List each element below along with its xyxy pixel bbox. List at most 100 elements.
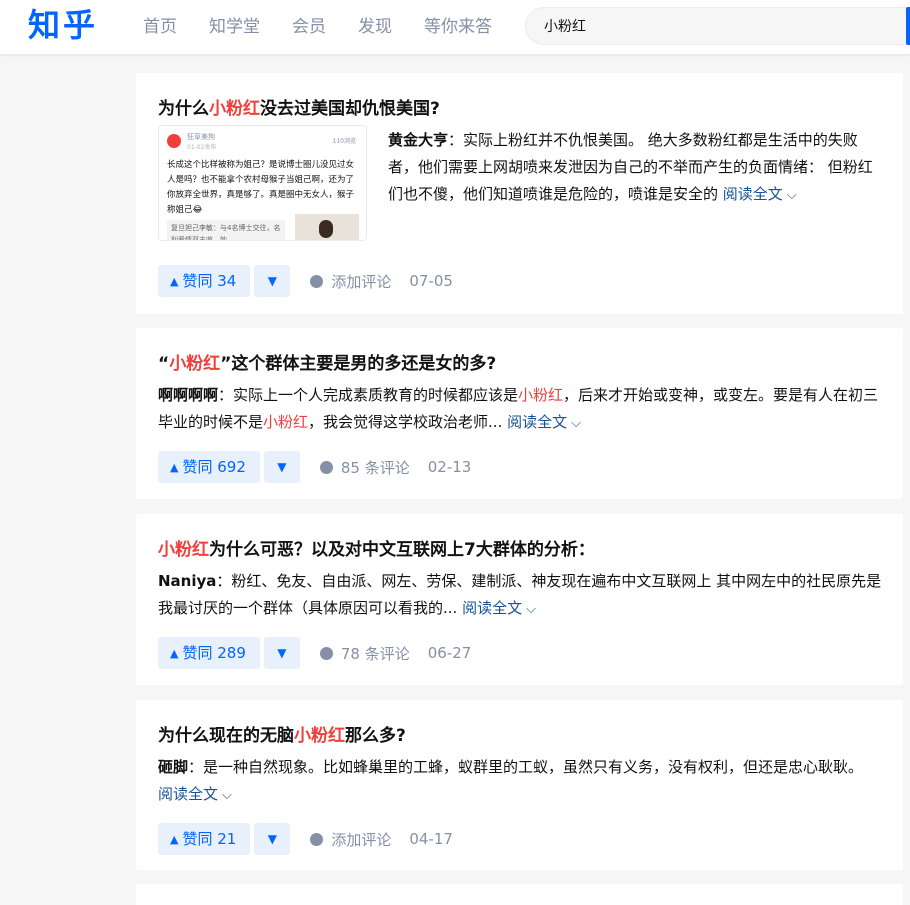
vote-down-button[interactable]: ▼ xyxy=(263,451,300,483)
excerpt-text: ：是一种自然现象。比如蜂巢里的工蜂，蚁群里的工蚁，虽然只有义务，没有权利，但还是… xyxy=(188,758,864,776)
search-button-edge[interactable] xyxy=(906,7,910,45)
comment-label: 85 条评论 xyxy=(340,458,410,477)
result-thumbnail[interactable]: 狂草美狗 01-02发布 110浏览 长成这个比样被称为姐己？是说博士圈儿没见过… xyxy=(158,125,367,241)
result-title[interactable]: “小粉红”这个群体主要是男的多还是女的多? xyxy=(158,352,496,376)
zhihu-logo[interactable]: 知乎 xyxy=(28,4,98,46)
post-date: 02-13 xyxy=(427,458,472,476)
result-title[interactable]: 小粉红为什么可恶？以及对中文互联网上7大群体的分析： xyxy=(158,538,595,562)
chevron-down-icon: ⌵ xyxy=(222,788,232,803)
result-actions: ▲ 赞同 692 ▼ 85 条评论 02-13 xyxy=(158,451,471,483)
comment-label: 添加评论 xyxy=(331,830,392,849)
title-highlight: 小粉红 xyxy=(169,354,221,374)
vote-count: 赞同 692 xyxy=(182,458,246,476)
result-excerpt[interactable]: 啊啊啊啊：实际上一个人完成素质教育的时候都应该是小粉红，后来才开始或变神，或变左… xyxy=(158,382,883,437)
vote-down-button[interactable]: ▼ xyxy=(254,823,291,855)
comment-button[interactable]: 添加评论 xyxy=(310,271,391,292)
triangle-down-icon: ▼ xyxy=(277,460,287,474)
post-date: 06-27 xyxy=(427,644,472,662)
excerpt-text: ，我会觉得这学校政治老师... xyxy=(308,413,503,431)
result-card: “小粉红”这个群体主要是男的多还是女的多? 啊啊啊啊：实际上一个人完成素质教育的… xyxy=(136,328,903,499)
chevron-down-icon: ⌵ xyxy=(786,188,797,203)
triangle-down-icon: ▼ xyxy=(267,832,277,846)
triangle-up-icon: ▲ xyxy=(170,647,179,660)
comment-button[interactable]: 添加评论 xyxy=(310,829,391,850)
nav-zhixuetang[interactable]: 知学堂 xyxy=(209,0,260,54)
title-highlight: 小粉红 xyxy=(158,540,209,560)
result-excerpt[interactable]: 砸脚：是一种自然现象。比如蜂巢里的工蜂，蚁群里的工蚁，虽然只有义务，没有权利，但… xyxy=(158,754,883,809)
person-image xyxy=(319,220,333,238)
excerpt-highlight: 小粉红 xyxy=(518,386,564,404)
comment-label: 78 条评论 xyxy=(340,644,410,663)
vote-up-button[interactable]: ▲ 赞同 289 xyxy=(158,637,260,669)
vote-count: 赞同 34 xyxy=(182,272,237,290)
vote-up-button[interactable]: ▲ 赞同 34 xyxy=(158,265,251,297)
triangle-up-icon: ▲ xyxy=(170,275,179,288)
triangle-down-icon: ▼ xyxy=(267,274,277,288)
top-bar: 知乎 首页 知学堂 会员 发现 等你来答 xyxy=(0,0,910,54)
excerpt-text: ：实际上一个人完成素质教育的时候都应该是 xyxy=(218,386,519,404)
thumb-view-count: 110浏览 xyxy=(332,138,356,145)
result-card: 为什么小粉红没去过美国却仇恨美国? 狂草美狗 01-02发布 110浏览 长成这… xyxy=(136,73,903,314)
title-highlight: 小粉红 xyxy=(209,99,260,119)
read-more-link[interactable]: 阅读全文 ⌵ xyxy=(507,413,581,431)
avatar xyxy=(167,134,181,148)
search-box[interactable] xyxy=(525,7,910,45)
author-name[interactable]: 砸脚 xyxy=(158,758,188,776)
comment-icon xyxy=(310,274,324,288)
comment-button[interactable]: 78 条评论 xyxy=(319,643,410,664)
triangle-up-icon: ▲ xyxy=(170,833,179,846)
title-text: 为什么 xyxy=(158,99,209,119)
result-title[interactable]: 为什么小粉红没去过美国却仇恨美国? xyxy=(158,97,440,121)
comment-icon xyxy=(319,646,333,660)
result-actions: ▲ 赞同 289 ▼ 78 条评论 06-27 xyxy=(158,637,471,669)
author-name[interactable]: 黄金大亨 xyxy=(388,131,448,149)
author-name[interactable]: Naniya xyxy=(158,572,216,590)
read-more-label: 阅读全文 xyxy=(158,785,219,803)
comment-label: 添加评论 xyxy=(331,272,392,291)
thumb-account: 狂草美狗 xyxy=(187,133,215,141)
result-card: 小粉红为什么可恶？以及对中文互联网上7大群体的分析： Naniya：粉红、免友、… xyxy=(136,514,903,685)
author-name[interactable]: 啊啊啊啊 xyxy=(158,386,218,404)
thumb-date: 01-02发布 xyxy=(187,144,217,151)
vote-down-button[interactable]: ▼ xyxy=(263,637,300,669)
title-text: “ xyxy=(158,354,170,374)
chevron-down-icon: ⌵ xyxy=(571,416,581,431)
comment-icon xyxy=(319,460,333,474)
read-more-label: 阅读全文 xyxy=(722,185,783,203)
title-text: 为什么可恶？以及对中文互联网上7大群体的分析： xyxy=(209,540,595,560)
vote-up-button[interactable]: ▲ 赞同 21 xyxy=(158,823,251,855)
result-title[interactable]: 为什么现在的无脑小粉红那么多? xyxy=(158,724,406,748)
title-text: 为什么现在的无脑 xyxy=(158,726,294,746)
comment-icon xyxy=(310,832,324,846)
result-excerpt[interactable]: 黄金大亨：实际上粉红并不仇恨美国。 绝大多数粉红都是生活中的失败者，他们需要上网… xyxy=(388,127,878,209)
triangle-down-icon: ▼ xyxy=(277,646,287,660)
title-text: 那么多? xyxy=(345,726,406,746)
title-text: 没去过美国却仇恨美国? xyxy=(260,99,440,119)
thumb-quote: 复旦妲己李敏：与4名博士交往，名利爱情双丰收，妙… xyxy=(167,220,285,240)
nav-waiting-answers[interactable]: 等你来答 xyxy=(424,0,492,54)
comment-button[interactable]: 85 条评论 xyxy=(319,457,410,478)
excerpt-text: ：实际上粉红并不仇恨美国。 绝大多数粉红都是生活中的失败者，他们需要上网胡喷来发… xyxy=(388,131,873,203)
search-input[interactable] xyxy=(544,8,884,44)
result-card: 为什么现在的无脑小粉红那么多? 砸脚：是一种自然现象。比如蜂巢里的工蜂，蚁群里的… xyxy=(136,700,903,870)
read-more-link[interactable]: 阅读全文 ⌵ xyxy=(158,785,232,803)
result-actions: ▲ 赞同 34 ▼ 添加评论 07-05 xyxy=(158,265,453,297)
read-more-link[interactable]: 阅读全文 ⌵ xyxy=(462,599,536,617)
thumb-photo xyxy=(295,214,359,240)
post-date: 04-17 xyxy=(409,830,453,848)
read-more-label: 阅读全文 xyxy=(462,599,523,617)
nav-membership[interactable]: 会员 xyxy=(292,0,326,54)
read-more-link[interactable]: 阅读全文 ⌵ xyxy=(723,185,797,203)
vote-down-button[interactable]: ▼ xyxy=(254,265,291,297)
excerpt-highlight: 小粉红 xyxy=(263,413,309,431)
result-actions: ▲ 赞同 21 ▼ 添加评论 04-17 xyxy=(158,823,453,855)
nav-discover[interactable]: 发现 xyxy=(358,0,392,54)
result-excerpt[interactable]: Naniya：粉红、免友、自由派、网左、劳保、建制派、神友现在遍布中文互联网上 … xyxy=(158,568,883,623)
chevron-down-icon: ⌵ xyxy=(526,602,536,617)
read-more-label: 阅读全文 xyxy=(507,413,568,431)
nav-home[interactable]: 首页 xyxy=(143,0,177,54)
thumb-text: 长成这个比样被称为姐己？是说博士圈儿没见过女人是吗？也不能拿个农村母猴子当姐己啊… xyxy=(167,160,355,215)
vote-up-button[interactable]: ▲ 赞同 692 xyxy=(158,451,260,483)
vote-count: 赞同 289 xyxy=(182,644,246,662)
title-text: ”这个群体主要是男的多还是女的多? xyxy=(220,354,497,374)
